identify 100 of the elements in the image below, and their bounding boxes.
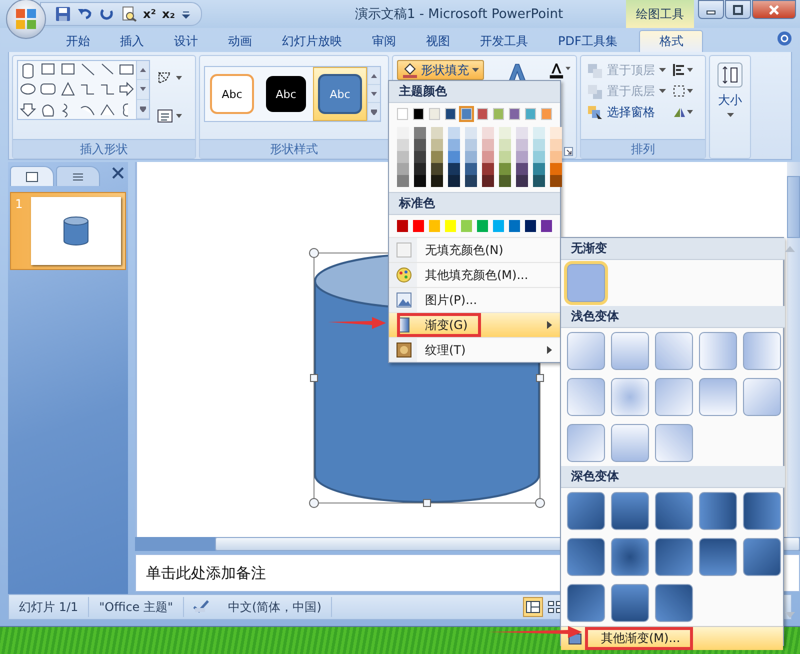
resize-handle[interactable] — [309, 498, 319, 508]
color-swatch[interactable] — [493, 220, 504, 232]
color-swatch[interactable] — [448, 175, 460, 187]
color-swatch[interactable] — [550, 127, 562, 139]
shape-styles-gallery[interactable]: Abc Abc Abc — [204, 66, 381, 122]
gradient-swatch[interactable] — [699, 378, 737, 416]
gradient-swatch[interactable] — [743, 378, 781, 416]
gradient-swatch[interactable] — [655, 332, 693, 370]
close-button[interactable] — [752, 0, 796, 19]
color-swatch[interactable] — [525, 108, 536, 120]
color-swatch[interactable] — [482, 127, 494, 139]
gradient-swatch[interactable] — [655, 584, 693, 622]
color-swatch[interactable] — [477, 220, 488, 232]
color-swatch[interactable] — [533, 139, 545, 151]
color-swatch[interactable] — [397, 139, 409, 151]
resize-handle[interactable] — [535, 498, 545, 508]
menu-item[interactable]: 纹理(T) — [389, 337, 560, 362]
gradient-swatch[interactable] — [655, 492, 693, 530]
color-swatch[interactable] — [465, 175, 477, 187]
color-swatch[interactable] — [465, 127, 477, 139]
color-swatch[interactable] — [533, 175, 545, 187]
color-swatch[interactable] — [397, 220, 408, 232]
color-swatch[interactable] — [499, 163, 511, 175]
subscript-button[interactable]: x₂ — [162, 7, 175, 21]
color-swatch[interactable] — [429, 220, 440, 232]
menu-item[interactable]: 渐变(G) — [389, 312, 560, 337]
color-swatch[interactable] — [525, 220, 536, 232]
color-swatch[interactable] — [448, 151, 460, 163]
vertical-scrollbar[interactable] — [787, 162, 800, 537]
maximize-button[interactable] — [725, 0, 751, 19]
color-swatch[interactable] — [414, 151, 426, 163]
color-swatch[interactable] — [429, 108, 440, 120]
color-swatch[interactable] — [499, 175, 511, 187]
gradient-swatch[interactable] — [567, 332, 605, 370]
color-swatch[interactable] — [414, 163, 426, 175]
gradient-swatch[interactable] — [699, 538, 737, 576]
resize-handle[interactable] — [423, 499, 431, 507]
color-swatch[interactable] — [533, 127, 545, 139]
gradient-swatch[interactable] — [655, 424, 693, 462]
gradient-swatch[interactable] — [567, 378, 605, 416]
color-swatch[interactable] — [482, 175, 494, 187]
gradient-swatch[interactable] — [611, 538, 649, 576]
gradient-swatch[interactable] — [567, 492, 605, 530]
color-swatch[interactable] — [499, 151, 511, 163]
gradient-swatch[interactable] — [567, 424, 605, 462]
color-swatch[interactable] — [550, 175, 562, 187]
color-swatch[interactable] — [448, 163, 460, 175]
color-swatch[interactable] — [482, 139, 494, 151]
color-swatch[interactable] — [482, 151, 494, 163]
color-swatch[interactable] — [431, 163, 443, 175]
gradient-swatch[interactable] — [743, 492, 781, 530]
gradient-swatch[interactable] — [611, 584, 649, 622]
resize-handle[interactable] — [309, 248, 319, 258]
color-swatch[interactable] — [414, 139, 426, 151]
gradient-swatch[interactable] — [611, 424, 649, 462]
office-button[interactable] — [6, 0, 46, 39]
gradient-swatch[interactable] — [699, 492, 737, 530]
color-swatch[interactable] — [397, 108, 408, 120]
color-swatch[interactable] — [397, 151, 409, 163]
more-gradients-item[interactable]: 其他渐变(M)... — [561, 626, 783, 650]
scroll-down-button[interactable] — [368, 85, 380, 103]
gradient-swatch[interactable] — [699, 332, 737, 370]
resize-handle[interactable] — [310, 374, 318, 382]
shape-fill-button[interactable]: 形状填充 — [397, 60, 484, 80]
color-swatch[interactable] — [533, 151, 545, 163]
ribbon-tab[interactable]: PDF工具集 — [544, 30, 632, 52]
ribbon-tab[interactable]: 格式 — [639, 30, 704, 52]
color-swatch[interactable] — [465, 151, 477, 163]
color-swatch[interactable] — [533, 163, 545, 175]
color-swatch[interactable] — [445, 108, 456, 120]
outline-tab[interactable] — [56, 166, 100, 186]
color-swatch[interactable] — [509, 108, 520, 120]
gradient-swatch[interactable] — [611, 492, 649, 530]
color-swatch[interactable] — [550, 151, 562, 163]
color-swatch[interactable] — [431, 127, 443, 139]
gradient-swatch[interactable] — [655, 538, 693, 576]
scroll-up-button[interactable] — [368, 67, 380, 85]
arrange-button[interactable]: 选择窗格 — [585, 102, 668, 123]
ribbon-tab[interactable]: 插入 — [106, 30, 158, 52]
color-swatch[interactable] — [516, 127, 528, 139]
menu-item[interactable]: 图片(P)... — [389, 287, 560, 312]
resize-handle[interactable] — [536, 374, 544, 382]
menu-item[interactable]: 其他填充颜色(M)... — [389, 262, 560, 287]
gradient-swatch[interactable] — [611, 332, 649, 370]
color-swatch[interactable] — [541, 220, 552, 232]
ribbon-tab[interactable]: 开始 — [52, 30, 104, 52]
color-swatch[interactable] — [516, 175, 528, 187]
color-swatch[interactable] — [499, 139, 511, 151]
ribbon-tab[interactable]: 开发工具 — [466, 30, 542, 52]
color-swatch[interactable] — [397, 127, 409, 139]
color-swatch[interactable] — [397, 175, 409, 187]
color-swatch[interactable] — [445, 220, 456, 232]
ribbon-tab[interactable]: 视图 — [412, 30, 464, 52]
color-swatch[interactable] — [465, 163, 477, 175]
color-swatch[interactable] — [550, 163, 562, 175]
gradient-swatch[interactable] — [567, 584, 605, 622]
color-swatch[interactable] — [509, 220, 520, 232]
color-swatch[interactable] — [493, 108, 504, 120]
color-swatch[interactable] — [414, 127, 426, 139]
gradient-swatch[interactable] — [567, 538, 605, 576]
